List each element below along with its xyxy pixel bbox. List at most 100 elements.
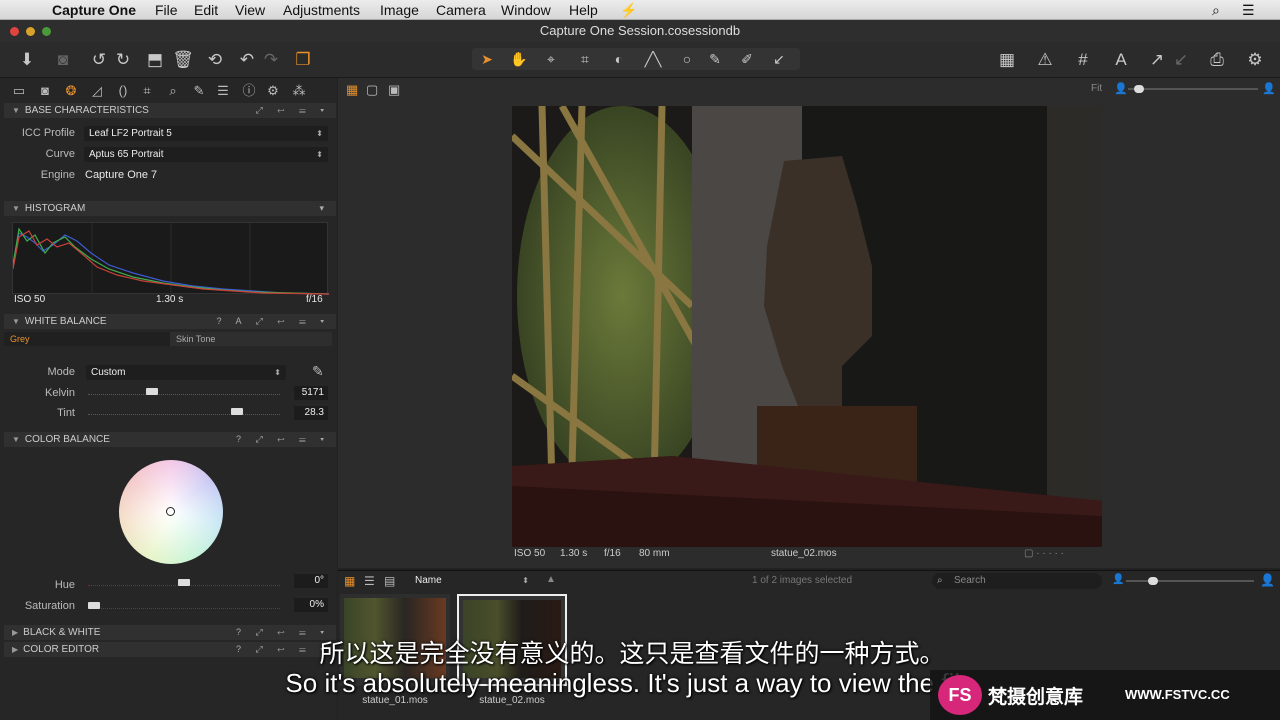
white-balance-picker-icon[interactable]: ✎ xyxy=(312,363,324,380)
capture-tab-icon[interactable]: ◙ xyxy=(36,82,54,100)
delete-icon[interactable]: 🗑 xyxy=(172,50,194,70)
color-tab-icon[interactable]: ❂ xyxy=(62,82,80,100)
updown-arrow-icon: ⬍ xyxy=(316,150,323,159)
preferences-gear-icon[interactable]: ⚙ xyxy=(1244,50,1266,70)
color-balance-header[interactable]: ▼ COLOR BALANCE ? ⤢ ↩ ☰ ▾ xyxy=(4,432,336,447)
capture-icon[interactable]: ◙ xyxy=(52,50,74,70)
composition-tab-icon[interactable]: ⌗ xyxy=(138,82,156,100)
hue-slider-knob[interactable] xyxy=(178,579,190,586)
copy-adjustments-icon[interactable]: ❐ xyxy=(292,50,314,70)
base-characteristics-header[interactable]: ▼ BASE CHARACTERISTICS ⤢ ↩ ☰ ▾ xyxy=(4,103,336,118)
reset-icon[interactable]: ⟲ xyxy=(204,50,226,70)
hue-slider[interactable] xyxy=(88,579,280,593)
library-tab-icon[interactable]: ▭ xyxy=(10,82,28,100)
kelvin-slider[interactable] xyxy=(88,388,280,402)
tint-input[interactable]: 28.3 xyxy=(294,406,328,420)
thumbnail-size-knob[interactable] xyxy=(1148,577,1158,585)
menu-edit[interactable]: Edit xyxy=(194,2,218,18)
minimize-window-button[interactable] xyxy=(26,27,35,36)
saturation-slider-knob[interactable] xyxy=(88,602,100,609)
local-adjustments-tab-icon[interactable]: ✎ xyxy=(190,82,208,100)
tab-skin-tone[interactable]: Skin Tone xyxy=(170,332,332,346)
cursor-tools-group: ➤ ✋ ⌖ ⌗ ◐ ╱╲ ○ ✎ ✐ ↙ xyxy=(472,48,800,70)
menu-view[interactable]: View xyxy=(235,2,265,18)
batch-tab-icon[interactable]: ⁂ xyxy=(290,82,308,100)
grid-icon[interactable]: # xyxy=(1072,50,1094,70)
metadata-tab-icon[interactable]: ☰ xyxy=(214,82,232,100)
single-view-icon[interactable]: ▢ xyxy=(366,82,378,98)
white-balance-header[interactable]: ▼ WHITE BALANCE ? A ⤢ ↩ ☰ ▾ xyxy=(4,314,336,329)
crop-tool-icon[interactable]: ⌗ xyxy=(574,49,596,69)
section-controls[interactable]: ⤢ ↩ ☰ ▾ xyxy=(256,103,330,118)
select-cursor-icon[interactable]: ➤ xyxy=(476,49,498,69)
tint-slider[interactable] xyxy=(88,408,280,422)
tint-slider-knob[interactable] xyxy=(231,408,243,415)
print-icon[interactable]: ⎙ xyxy=(1206,50,1228,70)
undo-icon[interactable]: ↶ xyxy=(236,50,258,70)
spotlight-search-icon[interactable]: ⌕ xyxy=(1212,2,1220,19)
workspace-icon[interactable]: ▦ xyxy=(996,50,1018,70)
histogram-header[interactable]: ▼ HISTOGRAM ▾ xyxy=(4,201,336,216)
menu-window[interactable]: Window xyxy=(501,2,551,18)
kelvin-input[interactable]: 5171 xyxy=(294,386,328,400)
menu-help[interactable]: Help xyxy=(569,2,598,18)
app-menu[interactable]: Capture One xyxy=(52,2,136,18)
filmstrip-view-icon[interactable]: ▤ xyxy=(384,574,395,588)
icc-profile-dropdown[interactable]: Leaf LF2 Portrait 5 ⬍ xyxy=(84,126,328,141)
script-menu-icon[interactable]: ⚡ xyxy=(620,2,637,19)
menu-image[interactable]: Image xyxy=(380,2,419,18)
menu-file[interactable]: File xyxy=(155,2,178,18)
sort-dropdown[interactable]: Name ⬍ xyxy=(410,573,534,588)
redo-icon[interactable]: ↷ xyxy=(260,50,282,70)
kelvin-slider-knob[interactable] xyxy=(146,388,158,395)
text-overlay-icon[interactable]: A xyxy=(1110,50,1132,70)
zoom-slider-knob[interactable] xyxy=(1134,85,1144,93)
color-wheel-handle[interactable] xyxy=(166,507,175,516)
menu-camera[interactable]: Camera xyxy=(436,2,486,18)
move-to-folder-icon[interactable]: ⬒ xyxy=(144,50,166,70)
saturation-slider[interactable] xyxy=(88,602,280,616)
menu-adjustments[interactable]: Adjustments xyxy=(283,2,360,18)
zoom-window-button[interactable] xyxy=(42,27,51,36)
spot-removal-icon[interactable]: ○ xyxy=(676,49,698,69)
primary-variant-icon[interactable]: ▣ xyxy=(388,82,400,98)
main-image[interactable] xyxy=(512,106,1102,547)
tab-grey[interactable]: Grey xyxy=(4,332,170,346)
apply-adjustments-icon[interactable]: ↗ xyxy=(1146,50,1168,70)
exposure-warning-icon[interactable]: ⚠ xyxy=(1034,50,1056,70)
sort-direction-icon[interactable]: ▲ xyxy=(546,574,556,585)
zoom-tool-icon[interactable]: ⌖ xyxy=(540,49,562,69)
rotate-tool-icon[interactable]: ◐ xyxy=(608,49,630,69)
import-icon[interactable]: ⬇ xyxy=(16,50,38,70)
mode-dropdown[interactable]: Custom ⬍ xyxy=(86,365,286,380)
thumbnail-view-icon[interactable]: ▦ xyxy=(344,574,355,588)
search-input[interactable]: ⌕ Search xyxy=(932,573,1102,589)
apply-tool-icon[interactable]: ↙ xyxy=(768,49,790,69)
rating-dots[interactable]: ▢ · · · · · xyxy=(1024,548,1064,559)
zoom-slider[interactable] xyxy=(1128,85,1258,93)
copy-apply-icon[interactable]: ↙ xyxy=(1170,50,1192,70)
output-tab-icon[interactable]: ⚙ xyxy=(264,82,282,100)
brush-tool-icon[interactable]: ✎ xyxy=(704,49,726,69)
multi-view-icon[interactable]: ▦ xyxy=(346,82,358,98)
info-tab-icon[interactable]: ⓘ xyxy=(240,82,258,100)
rotate-left-icon[interactable]: ↺ xyxy=(88,50,110,70)
lens-tab-icon[interactable]: () xyxy=(114,82,132,100)
rotate-right-icon[interactable]: ↻ xyxy=(112,50,134,70)
color-wheel[interactable] xyxy=(119,460,223,564)
hue-input[interactable]: 0° xyxy=(294,574,328,588)
details-tab-icon[interactable]: ⌕ xyxy=(164,82,182,100)
pan-hand-icon[interactable]: ✋ xyxy=(508,49,530,69)
section-controls[interactable]: ? ⤢ ↩ ☰ ▾ xyxy=(236,432,330,447)
section-controls[interactable]: ? A ⤢ ↩ ☰ ▾ xyxy=(217,314,330,329)
list-view-icon[interactable]: ☰ xyxy=(364,574,375,588)
thumbnail-size-slider[interactable] xyxy=(1126,577,1254,585)
keystone-tool-icon[interactable]: ╱╲ xyxy=(642,49,664,69)
saturation-input[interactable]: 0% xyxy=(294,598,328,612)
section-menu-icon[interactable]: ▾ xyxy=(319,201,330,216)
exposure-tab-icon[interactable]: ◿ xyxy=(88,82,106,100)
close-window-button[interactable] xyxy=(10,27,19,36)
curve-dropdown[interactable]: Aptus 65 Portrait ⬍ xyxy=(84,147,328,162)
notification-list-icon[interactable]: ☰ xyxy=(1242,2,1255,19)
picker-tool-icon[interactable]: ✐ xyxy=(736,49,758,69)
